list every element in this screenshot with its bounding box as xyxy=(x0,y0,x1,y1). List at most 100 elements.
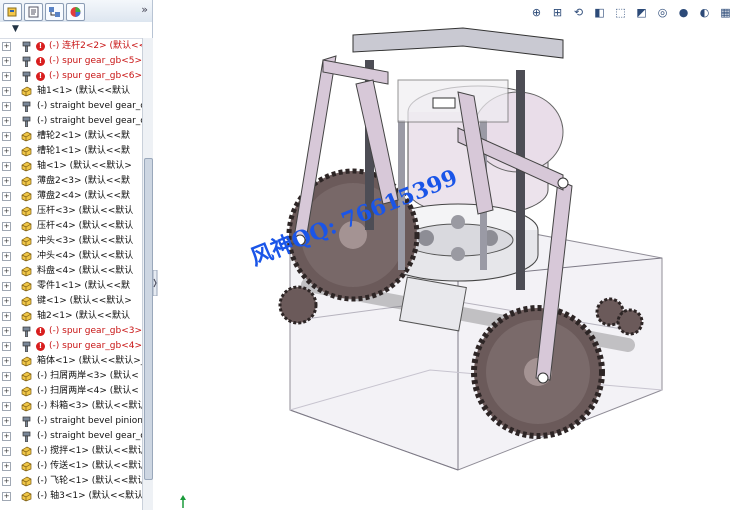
tree-item-label: 槽轮1<1> (默认<<默 xyxy=(37,146,130,156)
graphics-area[interactable]: ⊕ ⊞ ⟲ ◧ ⬚ ◩ ◎ ● ◐ ▦ 风神QQ: 76615399 xyxy=(158,0,750,510)
toolbox-part-icon xyxy=(22,56,31,67)
configurationmanager-tab[interactable] xyxy=(45,3,64,21)
tree-item[interactable]: +! (-) spur gear_gb<4> xyxy=(0,339,142,354)
toolbox-part-icon xyxy=(22,341,31,352)
part-icon xyxy=(21,371,32,382)
tree-item[interactable]: + (-) 料箱<3> (默认<<默认 xyxy=(0,399,142,414)
expand-toggle[interactable]: + xyxy=(2,342,11,351)
tree-item-label: 冲头<4> (默认<<默认 xyxy=(37,251,134,261)
error-icon: ! xyxy=(36,327,45,336)
tree-item-label: 轴1<1> (默认<<默认 xyxy=(37,86,130,96)
tree-item[interactable]: + 轴2<1> (默认<<默认 xyxy=(0,309,142,324)
tree-item-label: 槽轮2<1> (默认<<默 xyxy=(37,131,130,141)
collapse-panel-button[interactable]: » xyxy=(141,3,148,16)
expand-toggle[interactable]: + xyxy=(2,492,11,501)
tree-item[interactable]: + 压杆<4> (默认<<默认 xyxy=(0,219,142,234)
expand-toggle[interactable]: + xyxy=(2,477,11,486)
tree-item[interactable]: + 薄盘2<3> (默认<<默 xyxy=(0,174,142,189)
tree-item[interactable]: + 薄盘2<4> (默认<<默 xyxy=(0,189,142,204)
tree-item[interactable]: + 冲头<4> (默认<<默认 xyxy=(0,249,142,264)
tree-item[interactable]: + 轴<1> (默认<<默认> xyxy=(0,159,142,174)
expand-toggle[interactable]: + xyxy=(2,207,11,216)
tree-item-label: (-) spur gear_gb<6> xyxy=(49,71,142,81)
tree-item-label: (-) 传送<1> (默认<<默认 xyxy=(37,461,142,471)
tree-item[interactable]: + (-) 轴3<1> (默认<<默认 xyxy=(0,489,142,504)
tree-item-label: (-) straight bevel pinion xyxy=(37,416,142,426)
expand-toggle[interactable]: + xyxy=(2,57,11,66)
expand-toggle[interactable]: + xyxy=(2,432,11,441)
tree-item-label: (-) straight bevel gear_c xyxy=(37,101,142,111)
expand-toggle[interactable]: + xyxy=(2,417,11,426)
expand-toggle[interactable]: + xyxy=(2,72,11,81)
expand-toggle[interactable]: + xyxy=(2,162,11,171)
part-icon xyxy=(21,206,32,217)
tree-item-label: 薄盘2<4> (默认<<默 xyxy=(37,191,130,201)
tree-item[interactable]: +! (-) spur gear_gb<5> xyxy=(0,54,142,69)
feature-manager-panel: » ▼ +! (-) 连杆2<2> (默认<< +! (-) spur gear_gb… xyxy=(0,0,158,510)
expand-toggle[interactable]: + xyxy=(2,357,11,366)
tree-item-label: (-) 扫屑两岸<4> (默认< xyxy=(37,386,139,396)
tree-item[interactable]: + (-) straight bevel gear_c xyxy=(0,114,142,129)
expand-toggle[interactable]: + xyxy=(2,372,11,381)
expand-toggle[interactable]: + xyxy=(2,387,11,396)
part-icon xyxy=(21,356,32,367)
displaymanager-tab[interactable] xyxy=(66,3,85,21)
tree-item[interactable]: +! (-) spur gear_gb<3> xyxy=(0,324,142,339)
expand-toggle[interactable]: + xyxy=(2,312,11,321)
expand-toggle[interactable]: + xyxy=(2,87,11,96)
expand-toggle[interactable]: + xyxy=(2,237,11,246)
tree-item[interactable]: + 槽轮1<1> (默认<<默 xyxy=(0,144,142,159)
expand-toggle[interactable]: + xyxy=(2,297,11,306)
tree-item[interactable]: + 零件1<1> (默认<<默 xyxy=(0,279,142,294)
expand-toggle[interactable]: + xyxy=(2,402,11,411)
tree-item-label: 薄盘2<3> (默认<<默 xyxy=(37,176,130,186)
tree-item[interactable]: +! (-) 连杆2<2> (默认<< xyxy=(0,39,142,54)
tree-item[interactable]: + (-) 传送<1> (默认<<默认 xyxy=(0,459,142,474)
tree-item[interactable]: + 冲头<3> (默认<<默认 xyxy=(0,234,142,249)
tree-item[interactable]: + (-) 扫屑两岸<4> (默认< xyxy=(0,384,142,399)
expand-toggle[interactable]: + xyxy=(2,267,11,276)
expand-toggle[interactable]: + xyxy=(2,192,11,201)
propertymanager-tab[interactable] xyxy=(24,3,43,21)
expand-toggle[interactable]: + xyxy=(2,282,11,291)
expand-toggle[interactable]: + xyxy=(2,327,11,336)
toolbox-part-icon xyxy=(22,71,31,82)
tree-item[interactable]: +! (-) spur gear_gb<6> xyxy=(0,69,142,84)
tree-item[interactable]: + (-) 扫屑两岸<3> (默认< xyxy=(0,369,142,384)
tree-item[interactable]: + (-) straight bevel gear_c xyxy=(0,429,142,444)
tree-item[interactable]: + 压杆<3> (默认<<默认 xyxy=(0,204,142,219)
expand-toggle[interactable]: + xyxy=(2,222,11,231)
tree-item[interactable]: + (-) straight bevel pinion xyxy=(0,414,142,429)
part-icon xyxy=(21,311,32,322)
tree-item[interactable]: + 箱体<1> (默认<<默认>_ xyxy=(0,354,142,369)
expand-toggle[interactable]: + xyxy=(2,147,11,156)
toolbox-part-icon xyxy=(22,41,31,52)
tree-item[interactable]: + 键<1> (默认<<默认> xyxy=(0,294,142,309)
filter-icon[interactable]: ▼ xyxy=(12,24,19,34)
tree-item-label: (-) straight bevel gear_c xyxy=(37,116,142,126)
tree-item-label: 轴2<1> (默认<<默认 xyxy=(37,311,130,321)
manager-tabs: » xyxy=(0,0,152,23)
tree-item-label: 箱体<1> (默认<<默认>_ xyxy=(37,356,142,366)
tree-item[interactable]: + (-) 搅拌<1> (默认<<默认 xyxy=(0,444,142,459)
tree-item[interactable]: + (-) straight bevel gear_c xyxy=(0,99,142,114)
tree-item[interactable]: + 料盘<4> (默认<<默认 xyxy=(0,264,142,279)
expand-toggle[interactable]: + xyxy=(2,447,11,456)
error-icon: ! xyxy=(36,42,45,51)
tree-item[interactable]: + 轴1<1> (默认<<默认 xyxy=(0,84,142,99)
toolbox-part-icon xyxy=(22,431,31,442)
tree-item[interactable]: + (-) 飞轮<1> (默认<<默认 xyxy=(0,474,142,489)
tree-item[interactable]: + 槽轮2<1> (默认<<默 xyxy=(0,129,142,144)
expand-toggle[interactable]: + xyxy=(2,102,11,111)
expand-toggle[interactable]: + xyxy=(2,132,11,141)
scrollbar-thumb[interactable] xyxy=(144,158,153,480)
expand-toggle[interactable]: + xyxy=(2,252,11,261)
expand-toggle[interactable]: + xyxy=(2,117,11,126)
expand-toggle[interactable]: + xyxy=(2,462,11,471)
expand-toggle[interactable]: + xyxy=(2,177,11,186)
tree-item-label: (-) 连杆2<2> (默认<< xyxy=(49,41,142,51)
part-icon xyxy=(21,236,32,247)
expand-toggle[interactable]: + xyxy=(2,42,11,51)
tree-filter-row: ▼ xyxy=(0,22,152,39)
featuremanager-tab[interactable] xyxy=(3,3,22,21)
